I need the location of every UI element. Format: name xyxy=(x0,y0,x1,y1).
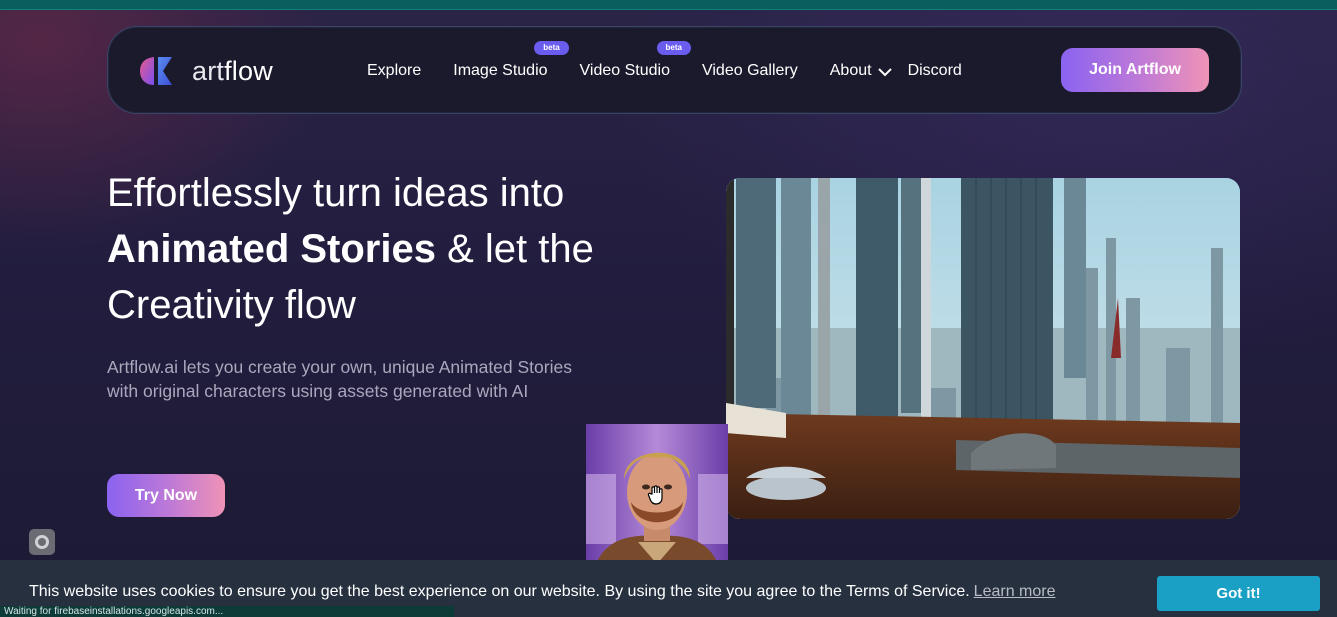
nav-item-video-studio[interactable]: beta Video Studio xyxy=(579,41,691,80)
nav-label: Discord xyxy=(907,62,962,79)
nav-item-image-studio[interactable]: beta Image Studio xyxy=(453,41,569,80)
beta-badge: beta xyxy=(534,41,569,55)
artflow-logo-icon xyxy=(138,54,180,88)
nav-links: Explore beta Image Studio beta Video Stu… xyxy=(367,27,962,115)
hero-city-image xyxy=(726,178,1240,519)
cookie-text: This website uses cookies to ensure you … xyxy=(29,583,970,600)
headline-rest: & let the xyxy=(435,227,594,271)
subtext-line-1: Artflow.ai lets you create your own, uni… xyxy=(107,357,572,377)
nav-label: Video Gallery xyxy=(701,62,798,79)
nav-label: About xyxy=(829,62,872,79)
subtext-line-2: with original characters using assets ge… xyxy=(107,381,529,401)
logo[interactable]: artflow xyxy=(138,53,273,89)
cookie-message: This website uses cookies to ensure you … xyxy=(29,583,1056,601)
try-now-button[interactable]: Try Now xyxy=(107,474,225,517)
nav-label: Image Studio xyxy=(453,62,548,79)
nav-label: Explore xyxy=(367,62,422,79)
headline-bold: Animated Stories xyxy=(107,227,436,271)
logo-text-art: art xyxy=(192,55,225,86)
chevron-down-icon xyxy=(877,65,892,77)
logo-wordmark: artflow xyxy=(192,56,273,87)
learn-more-link[interactable]: Learn more xyxy=(974,583,1056,600)
join-artflow-button[interactable]: Join Artflow xyxy=(1061,48,1209,92)
nav-item-video-gallery[interactable]: Video Gallery xyxy=(702,62,798,80)
browser-status-bar: Waiting for firebaseinstallations.google… xyxy=(0,606,454,617)
headline-line-1: Effortlessly turn ideas into xyxy=(107,171,565,215)
hero-headline: Effortlessly turn ideas into Animated St… xyxy=(107,165,667,333)
browser-top-strip xyxy=(0,0,1337,10)
logo-text-flow: flow xyxy=(224,55,273,86)
nav-item-discord[interactable]: Discord xyxy=(908,62,962,80)
nav-label: Video Studio xyxy=(579,62,670,79)
nav-item-explore[interactable]: Explore xyxy=(367,62,421,80)
cookie-accept-button[interactable]: Got it! xyxy=(1157,576,1320,611)
nav-item-about[interactable]: About xyxy=(829,62,892,80)
beta-badge: beta xyxy=(656,41,691,55)
navbar: artflow Explore beta Image Studio beta V… xyxy=(107,26,1242,114)
hero-subtext: Artflow.ai lets you create your own, uni… xyxy=(107,355,627,403)
character-portrait-image xyxy=(586,424,728,564)
headline-line-3: Creativity flow xyxy=(107,283,356,327)
record-icon[interactable] xyxy=(29,529,55,555)
hand-cursor-icon xyxy=(646,484,668,506)
